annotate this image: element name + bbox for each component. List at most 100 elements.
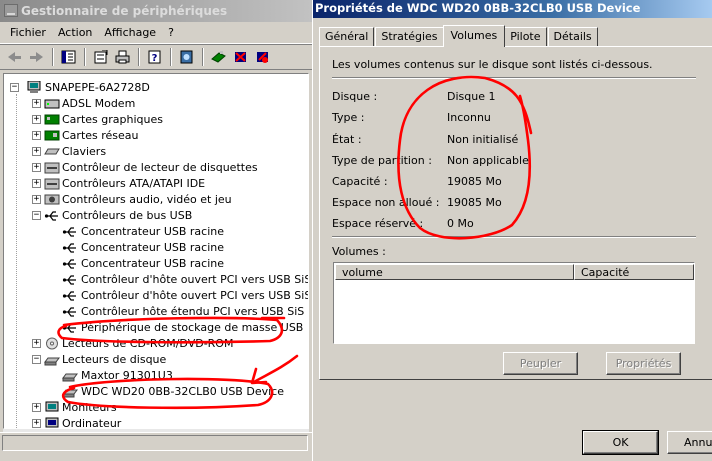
disk-drive-icon (62, 385, 78, 398)
tab-strategies[interactable]: Stratégies (375, 27, 444, 46)
status-pane (2, 435, 308, 451)
separator (332, 236, 696, 238)
tree-root[interactable]: − SNAPEPE-6A2728D (6, 80, 306, 96)
tree-item-label: Lecteurs de CD-ROM/DVD-ROM (62, 337, 234, 350)
tree-category-claviers[interactable]: + Claviers (4, 144, 308, 160)
dialog-titlebar[interactable]: Propriétés de WDC WD20 0BB-32CLB0 USB De… (313, 0, 712, 18)
help-icon[interactable]: ? (144, 47, 165, 67)
uninstall-icon[interactable] (230, 47, 251, 67)
tree-item-label: Concentrateur USB racine (81, 241, 224, 254)
tree-device-concentrateur-usb-racine[interactable]: Concentrateur USB racine (4, 256, 308, 272)
tree-item-label: Contrôleur d'hôte ouvert PCI vers USB Si… (81, 273, 308, 286)
tree-category-lecteurs-de-disque[interactable]: − Lecteurs de disque (4, 352, 308, 368)
collapse-toggle[interactable]: − (10, 83, 19, 92)
tree-category-adsl-modem[interactable]: + ADSL Modem (4, 96, 308, 112)
tree-category-ordinateur[interactable]: + Ordinateur (4, 416, 308, 429)
expand-toggle[interactable]: + (32, 131, 41, 140)
ok-button[interactable]: OK (582, 430, 659, 455)
tree-device-controleur-d-hote-ouvert-pci-vers-usb-sis-7001[interactable]: Contrôleur d'hôte ouvert PCI vers USB Si… (4, 288, 308, 304)
column-header-capacity[interactable]: Capacité (574, 264, 694, 280)
tree-category-moniteurs[interactable]: + Moniteurs (4, 400, 308, 416)
tree-root-label: SNAPEPE-6A2728D (45, 81, 150, 94)
device-manager-icon (4, 4, 18, 17)
expand-toggle[interactable]: + (32, 339, 41, 348)
disk-drive-icon (44, 353, 60, 366)
collapse-toggle[interactable]: − (32, 355, 41, 364)
tree-device-wdc-wd20-0bb-32clb0-usb-device[interactable]: WDC WD20 0BB-32CLB0 USB Device (4, 384, 308, 400)
toolbar-separator (52, 48, 54, 66)
expand-toggle[interactable]: + (32, 163, 41, 172)
menu-help[interactable]: ? (162, 23, 180, 43)
dialog-title: Propriétés de WDC WD20 0BB-32CLB0 USB De… (315, 1, 641, 15)
tree-device-concentrateur-usb-racine[interactable]: Concentrateur USB racine (4, 240, 308, 256)
properties-button[interactable]: Propriétés (606, 352, 681, 375)
computer-icon (26, 80, 42, 94)
tree-category-cartes-graphiques[interactable]: + Cartes graphiques (4, 112, 308, 128)
tree-category-controleurs-ata-atapi-ide[interactable]: + Contrôleurs ATA/ATAPI IDE (4, 176, 308, 192)
tree-category-cartes-reseau[interactable]: + Cartes réseau (4, 128, 308, 144)
svg-text:?: ? (152, 53, 158, 64)
refresh-icon[interactable] (176, 47, 197, 67)
menu-bar: Fichier Action Affichage ? (0, 22, 312, 44)
populate-button[interactable]: Peupler (503, 352, 578, 375)
device-manager-titlebar[interactable]: Gestionnaire de périphériques (0, 0, 312, 22)
expand-toggle[interactable]: + (32, 147, 41, 156)
expand-toggle[interactable]: + (32, 115, 41, 124)
expand-toggle[interactable]: + (32, 195, 41, 204)
usb-icon (62, 241, 78, 254)
tree-category-controleur-de-lecteur-de-disquettes[interactable]: + Contrôleur de lecteur de disquettes (4, 160, 308, 176)
device-manager-title: Gestionnaire de périphériques (21, 4, 228, 18)
menu-action[interactable]: Action (52, 23, 98, 43)
column-header-volume[interactable]: volume (335, 264, 574, 280)
tab-pilote[interactable]: Pilote (504, 27, 547, 46)
monitor-icon (44, 401, 60, 414)
disk-value: Disque 1 (447, 90, 496, 103)
menu-affichage[interactable]: Affichage (98, 23, 162, 43)
tab-general[interactable]: Général (319, 27, 375, 46)
tree-device-peripherique-de-stockage-de-masse-usb[interactable]: Périphérique de stockage de masse USB (4, 320, 308, 336)
tree-item-label: Contrôleur hôte étendu PCI vers USB SiS (81, 305, 305, 318)
modem-icon (44, 97, 60, 110)
tab-details[interactable]: Détails (547, 27, 598, 46)
tree-item-label: Ordinateur (62, 417, 122, 429)
print-icon[interactable] (112, 47, 133, 67)
tree-item-label: Contrôleur d'hôte ouvert PCI vers USB Si… (81, 289, 308, 302)
forward-icon[interactable] (26, 47, 47, 67)
tree-category-controleurs-audio-video-et-jeu[interactable]: + Contrôleurs audio, vidéo et jeu (4, 192, 308, 208)
usb-icon (62, 225, 78, 238)
tree-category-lecteurs-de-cd-rom-dvd-rom[interactable]: + Lecteurs de CD-ROM/DVD-ROM (4, 336, 308, 352)
tree-item-label: Concentrateur USB racine (81, 225, 224, 238)
collapse-toggle[interactable]: − (32, 211, 41, 220)
expand-toggle[interactable]: + (32, 99, 41, 108)
usb-icon (62, 305, 78, 318)
usb-icon (62, 321, 78, 334)
back-icon[interactable] (4, 47, 25, 67)
tab-volumes[interactable]: Volumes (442, 25, 506, 47)
properties-dialog: Propriétés de WDC WD20 0BB-32CLB0 USB De… (312, 0, 712, 461)
menu-fichier[interactable]: Fichier (4, 23, 52, 43)
partition-type-value: Non applicable (447, 154, 529, 167)
tree-device-maxtor-91301u3[interactable]: Maxtor 91301U3 (4, 368, 308, 384)
intro-text: Les volumes contenus sur le disque sont … (332, 58, 653, 71)
tree-category-controleurs-de-bus-usb[interactable]: − Contrôleurs de bus USB (4, 208, 308, 224)
expand-toggle[interactable]: + (32, 419, 41, 428)
tree-device-controleur-hote-etendu-pci-vers-usb-sis[interactable]: Contrôleur hôte étendu PCI vers USB SiS (4, 304, 308, 320)
tree-item-label: Contrôleurs de bus USB (62, 209, 193, 222)
toolbar-separator (138, 48, 140, 66)
volumes-list[interactable]: volume Capacité (333, 262, 695, 344)
expand-toggle[interactable]: + (32, 179, 41, 188)
properties-icon[interactable] (90, 47, 111, 67)
state-value: Non initialisé (447, 133, 519, 146)
tree-device-concentrateur-usb-racine[interactable]: Concentrateur USB racine (4, 224, 308, 240)
network-card-icon (44, 129, 60, 142)
cancel-button[interactable]: Annuler (667, 431, 712, 454)
tree-device-controleur-d-hote-ouvert-pci-vers-usb-sis-7001[interactable]: Contrôleur d'hôte ouvert PCI vers USB Si… (4, 272, 308, 288)
scan-icon[interactable] (208, 47, 229, 67)
disable-icon[interactable] (252, 47, 273, 67)
computer-icon (44, 417, 60, 428)
state-label: État : (332, 133, 362, 146)
device-tree[interactable]: − SNAPEPE-6A2728D + ADSL Modem + Cartes gra… (3, 73, 309, 429)
expand-toggle[interactable]: + (32, 403, 41, 412)
disk-label: Disque : (332, 90, 378, 103)
properties-view-icon[interactable] (58, 47, 79, 67)
